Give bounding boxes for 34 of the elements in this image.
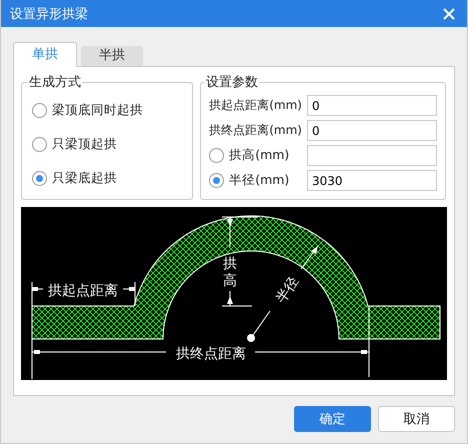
radio-button[interactable] [209, 148, 224, 163]
group-title: 设置参数 [205, 74, 260, 91]
dialog-button[interactable]: 确定 [294, 406, 371, 432]
input-field[interactable]: 0 [307, 95, 437, 116]
dimension-arrow [122, 282, 136, 306]
tab[interactable]: 单拱 [13, 42, 77, 67]
input-field[interactable] [307, 145, 437, 166]
input-field[interactable]: 3030 [307, 170, 437, 191]
radius-line [247, 310, 270, 342]
dimension-arrow [300, 246, 318, 270]
dimension-arrow [222, 290, 252, 306]
input-field[interactable]: 0 [307, 120, 437, 141]
dimension-label: 拱高 [223, 256, 237, 289]
radio-button[interactable] [209, 173, 224, 188]
dimension-label: 拱终点距离 [176, 346, 246, 362]
radio-button[interactable] [32, 102, 47, 118]
option-label: 半径(mm) [229, 172, 290, 189]
radio-button[interactable] [32, 170, 47, 186]
field-label: 拱起点距离(mm) [209, 97, 302, 114]
tab[interactable]: 半拱 [81, 46, 143, 66]
dialog-button[interactable]: 取消 [378, 406, 455, 432]
option-label: 只梁顶起拱 [52, 136, 117, 152]
group-title: 生成方式 [28, 74, 82, 91]
radio-button[interactable] [32, 136, 47, 152]
window-title: 设置异形拱梁 [10, 6, 88, 22]
option-label: 梁顶底同时起拱 [52, 102, 143, 118]
option-label: 拱高(mm) [229, 147, 290, 164]
dimension-label: 拱起点距离 [48, 283, 118, 299]
dimension-label: 半径 [273, 274, 302, 306]
close-icon[interactable] [443, 8, 455, 20]
dimension-arrow [32, 282, 44, 306]
dimension-arrow [222, 216, 258, 248]
field-label: 拱终点距离(mm) [209, 122, 302, 139]
option-label: 只梁底起拱 [52, 170, 117, 186]
